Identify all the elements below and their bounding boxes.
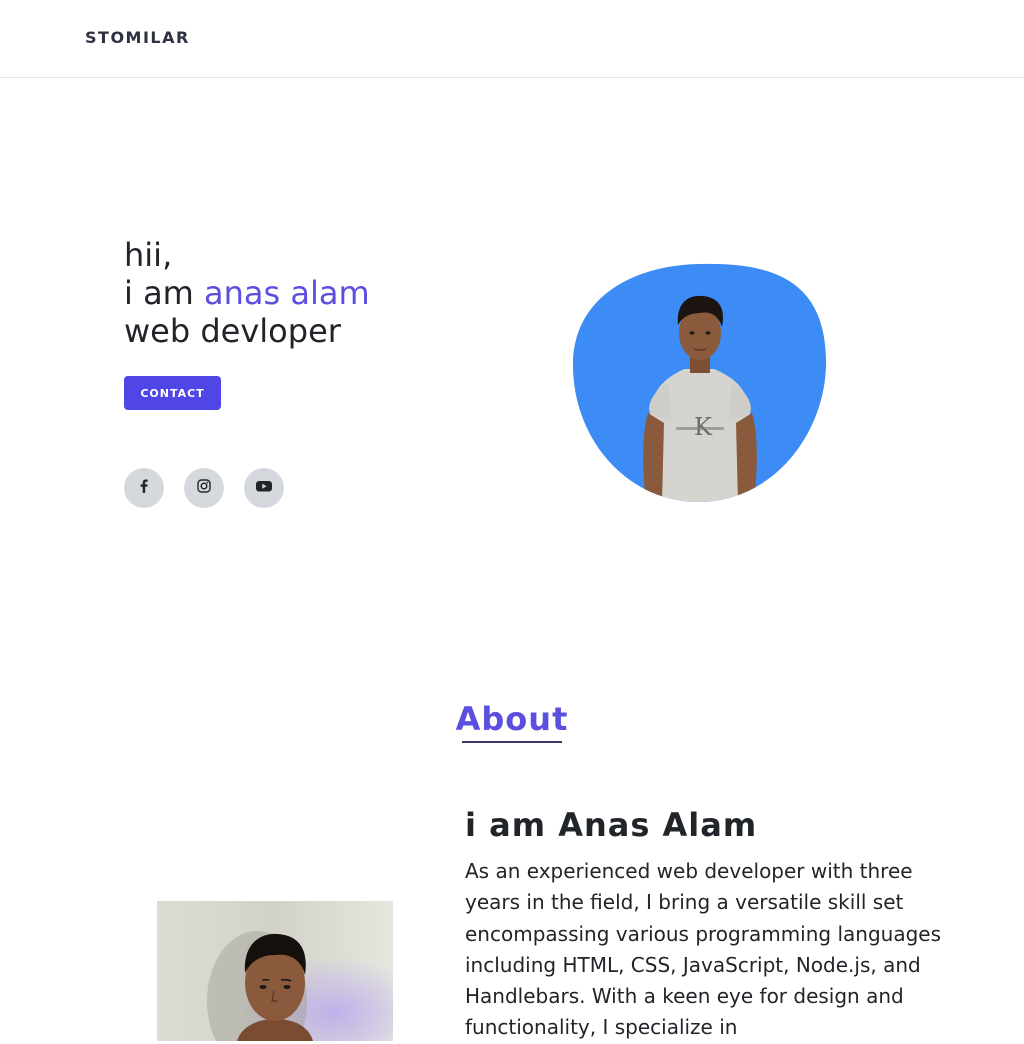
facebook-link[interactable] <box>124 468 164 508</box>
instagram-icon <box>196 478 212 498</box>
youtube-icon <box>255 478 273 498</box>
hero-intro: i am anas alam <box>124 274 370 312</box>
about-heading: i am Anas Alam <box>465 806 758 844</box>
hero-role: web devloper <box>124 312 341 350</box>
about-title: About <box>455 700 569 738</box>
contact-button[interactable]: CONTACT <box>124 376 221 410</box>
facebook-icon <box>136 478 152 498</box>
about-profile-photo <box>157 901 393 1041</box>
about-title-underline <box>462 741 562 743</box>
hero-name: anas alam <box>204 274 370 312</box>
about-paragraph: As an experienced web developer with thr… <box>465 859 942 1040</box>
site-logo[interactable]: STOMILAR <box>85 28 190 47</box>
youtube-link[interactable] <box>244 468 284 508</box>
hero-greeting: hii, <box>124 236 173 274</box>
instagram-link[interactable] <box>184 468 224 508</box>
hero-intro-prefix: i am <box>124 274 205 312</box>
site-header: STOMILAR <box>0 0 1024 78</box>
hero-profile-image: K <box>572 263 827 503</box>
hero-heading: hii, i am anas alam web devloper <box>124 236 370 350</box>
